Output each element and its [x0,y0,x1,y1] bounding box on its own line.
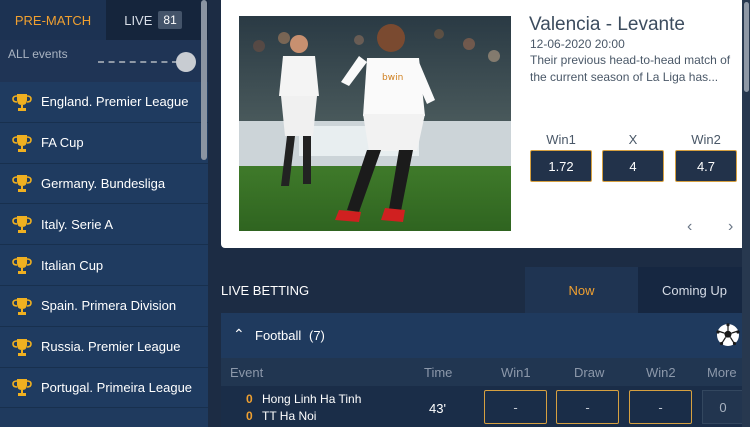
away-score: 0 [246,409,253,423]
featured-match-card: bwin Valencia - Levante 12-06-2020 20:00… [221,0,749,248]
live-betting-header: LIVE BETTING Now Coming Up [221,267,750,313]
away-team: TT Ha Noi [262,409,317,423]
soccer-ball-icon [716,323,740,346]
col-event: Event [230,365,264,380]
trophy-icon [11,336,33,358]
sport-name: Football [255,328,302,343]
col-draw: Draw [574,365,605,380]
odds-button-win1[interactable]: 1.72 [530,150,592,182]
sidebar-tabs: PRE-MATCH LIVE 81 [0,0,208,40]
tab-live-label: LIVE [124,12,153,28]
col-time: Time [424,365,453,380]
sidebar-item-league[interactable]: Russia. Premier League [0,326,208,368]
table-row[interactable]: 0 Hong Linh Ha Tinh 0 TT Ha Noi 43' - - … [221,386,749,427]
all-events-toggle-knob[interactable] [176,52,196,72]
more-markets-button[interactable]: 0 [702,390,744,424]
sidebar-item-league[interactable]: Portugal. Primeira League [0,367,208,409]
league-name: FA Cup [41,135,84,151]
events-table-header: Event Time Win1 Draw Win2 More [221,358,749,386]
tab-now[interactable]: Now [525,267,638,313]
trophy-icon [11,172,33,194]
home-score: 0 [246,392,253,406]
league-name: Germany. Bundesliga [41,175,166,191]
match-time: 43' [429,401,446,416]
chevron-right-icon[interactable]: › [728,218,733,236]
main-scrollbar[interactable] [742,0,750,427]
all-events-toggle-track[interactable] [98,61,178,63]
tab-coming-up[interactable]: Coming Up [638,267,750,313]
sport-event-count: (7) [309,328,325,343]
col-win2: Win2 [646,365,676,380]
trophy-icon [11,132,33,154]
trophy-icon [11,376,33,398]
all-events-filter: ALL events [0,40,208,82]
sidebar-item-league[interactable]: Italian Cup [0,245,208,286]
main-content: bwin Valencia - Levante 12-06-2020 20:00… [208,0,750,427]
sidebar-item-league[interactable]: Spain. Primera Division [0,285,208,327]
tab-pre-match[interactable]: PRE-MATCH [0,0,106,40]
main-scrollbar-thumb[interactable] [744,2,749,92]
league-name: Portugal. Primeira League [41,379,193,395]
col-win1: Win1 [501,365,531,380]
odds-button-win2[interactable]: 4.7 [675,150,737,182]
odds-label-win2: Win2 [691,132,721,147]
football-player-image: bwin [239,16,511,231]
chevron-left-icon[interactable]: ‹ [687,218,692,236]
trophy-icon [11,213,33,235]
event-odds-win1[interactable]: - [484,390,547,424]
all-events-label: ALL events [8,47,68,61]
league-name: Italy. Serie A [41,216,114,232]
svg-text:bwin: bwin [382,73,403,83]
league-name: Spain. Primera Division [41,298,177,314]
league-list: England. Premier League FA Cup Germany. Bu… [0,82,208,409]
match-photo: bwin [239,16,511,231]
sidebar-scrollbar[interactable] [201,0,207,160]
event-odds-draw[interactable]: - [556,390,619,424]
sidebar-item-league[interactable]: England. Premier League [0,82,208,123]
league-name: Italian Cup [41,257,104,273]
col-more: More [707,365,737,380]
home-team: Hong Linh Ha Tinh [262,392,362,406]
sidebar: PRE-MATCH LIVE 81 ALL events England. Pr… [0,0,208,427]
featured-match-date: 12-06-2020 20:00 [530,37,625,51]
odds-label-win1: Win1 [546,132,576,147]
sidebar-item-league[interactable]: FA Cup [0,122,208,164]
tab-live[interactable]: LIVE 81 [106,0,200,40]
trophy-icon [11,91,33,113]
chevron-up-icon[interactable]: ⌃ [233,326,245,343]
live-betting-title: LIVE BETTING [221,283,310,298]
odds-button-draw[interactable]: 4 [602,150,664,182]
featured-match-description: Their previous head-to-head match of the… [530,53,731,84]
odds-label-draw: X [628,132,638,147]
event-odds-win2[interactable]: - [629,390,692,424]
sidebar-item-league[interactable]: Italy. Serie A [0,204,208,246]
league-name: England. Premier League [41,94,189,110]
trophy-icon [11,295,33,317]
sport-group-header[interactable]: ⌃ Football (7) [221,313,749,358]
trophy-icon [11,254,33,276]
live-count-badge: 81 [158,11,182,29]
league-name: Russia. Premier League [41,339,181,355]
sidebar-item-league[interactable]: Germany. Bundesliga [0,163,208,205]
featured-match-title[interactable]: Valencia - Levante [529,14,685,36]
